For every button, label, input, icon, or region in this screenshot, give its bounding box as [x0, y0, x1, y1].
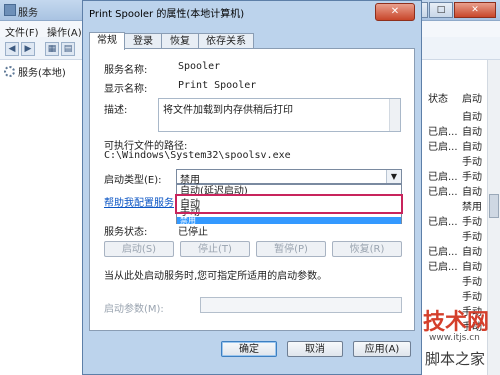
row-status: 已启... [428, 127, 458, 138]
column-header-status[interactable]: 状态 [428, 90, 448, 106]
tab-general[interactable]: 常规 [89, 32, 125, 50]
scrollbar-thumb[interactable] [489, 194, 499, 218]
exe-path-value: C:\Windows\System32\spoolsv.exe [104, 150, 291, 161]
row-startup-type: 手动 [462, 277, 482, 288]
dialog-title: Print Spooler 的属性(本地计算机) [89, 9, 245, 20]
tab-dependencies[interactable]: 依存关系 [198, 33, 254, 49]
apply-button[interactable]: 应用(A) [353, 341, 411, 357]
description-scrollbar[interactable] [389, 99, 400, 131]
row-status: 已启... [428, 262, 458, 273]
stop-button[interactable]: 停止(T) [180, 241, 250, 257]
row-startup-type: 手动 [462, 217, 482, 228]
tree-item-services-local[interactable]: 服务(本地) [4, 64, 66, 79]
dialog-close-button[interactable]: ✕ [375, 3, 415, 21]
row-startup-type: 手动 [462, 322, 482, 333]
service-name-label: 服务名称: [104, 65, 148, 76]
start-params-label: 启动参数(M): [104, 304, 164, 315]
row-startup-type: 手动 [462, 157, 482, 168]
properties-icon[interactable]: ▤ [61, 42, 75, 56]
console-tree: 服务(本地) [0, 60, 83, 375]
startup-type-select[interactable]: 禁用 ▼ [176, 169, 402, 186]
console-tree-icon[interactable]: ▦ [45, 42, 59, 56]
tree-item-label: 服务(本地) [18, 68, 66, 79]
display-name-label: 显示名称: [104, 84, 148, 95]
startup-type-label: 启动类型(E): [104, 175, 162, 186]
tab-logon[interactable]: 登录 [124, 33, 162, 49]
pause-button[interactable]: 暂停(P) [256, 241, 326, 257]
cancel-button[interactable]: 取消 [287, 341, 343, 357]
row-status: 已启... [428, 172, 458, 183]
description-text: 将文件加载到内存供稍后打印 [163, 105, 293, 116]
start-params-input[interactable] [200, 297, 402, 313]
row-status: 已启... [428, 142, 458, 153]
row-startup-type: 自动 [462, 262, 482, 273]
start-button[interactable]: 启动(S) [104, 241, 174, 257]
annotation-highlight-box [175, 194, 403, 214]
row-startup-type: 手动 [462, 307, 482, 318]
gear-icon [4, 66, 15, 77]
start-params-hint: 当从此处启动服务时,您可指定所适用的启动参数。 [104, 271, 328, 282]
row-startup-type: 禁用 [462, 202, 482, 213]
properties-dialog: Print Spooler 的属性(本地计算机) ✕ 常规 登录 恢复 依存关系… [82, 0, 422, 375]
back-arrow-icon[interactable]: ◀ [5, 42, 19, 56]
tab-recovery[interactable]: 恢复 [161, 33, 199, 49]
row-startup-type: 手动 [462, 172, 482, 183]
maximize-button[interactable]: □ [429, 2, 453, 18]
services-title: 服务 [18, 8, 38, 19]
vertical-scrollbar[interactable] [487, 60, 500, 375]
service-name-value: Spooler [178, 61, 221, 72]
services-app-icon [4, 4, 16, 16]
row-status: 已启... [428, 217, 458, 228]
column-header-startup[interactable]: 启动 [462, 90, 482, 106]
display-name-value: Print Spooler [178, 80, 257, 91]
resume-button[interactable]: 恢复(R) [332, 241, 402, 257]
row-startup-type: 自动 [462, 142, 482, 153]
service-status-label: 服务状态: [104, 227, 148, 238]
description-box[interactable]: 将文件加载到内存供稍后打印 [158, 98, 401, 132]
description-label: 描述: [104, 105, 128, 116]
row-status: 已启... [428, 187, 458, 198]
general-tab-panel: 服务名称: Spooler 显示名称: Print Spooler 描述: 将文… [89, 48, 415, 331]
chevron-down-icon[interactable]: ▼ [386, 170, 401, 183]
forward-arrow-icon[interactable]: ▶ [21, 42, 35, 56]
service-status-value: 已停止 [178, 227, 208, 238]
row-startup-type: 自动 [462, 187, 482, 198]
row-startup-type: 手动 [462, 232, 482, 243]
row-startup-type: 自动 [462, 127, 482, 138]
help-configure-link[interactable]: 帮助我配置服务 [104, 194, 174, 209]
row-startup-type: 自动 [462, 247, 482, 258]
option-disabled[interactable]: 禁用 [177, 217, 401, 225]
ok-button[interactable]: 确定 [221, 341, 277, 357]
row-startup-type: 手动 [462, 292, 482, 303]
row-status: 已启... [428, 247, 458, 258]
close-window-button[interactable]: ✕ [454, 2, 496, 18]
row-startup-type: 自动 [462, 112, 482, 123]
